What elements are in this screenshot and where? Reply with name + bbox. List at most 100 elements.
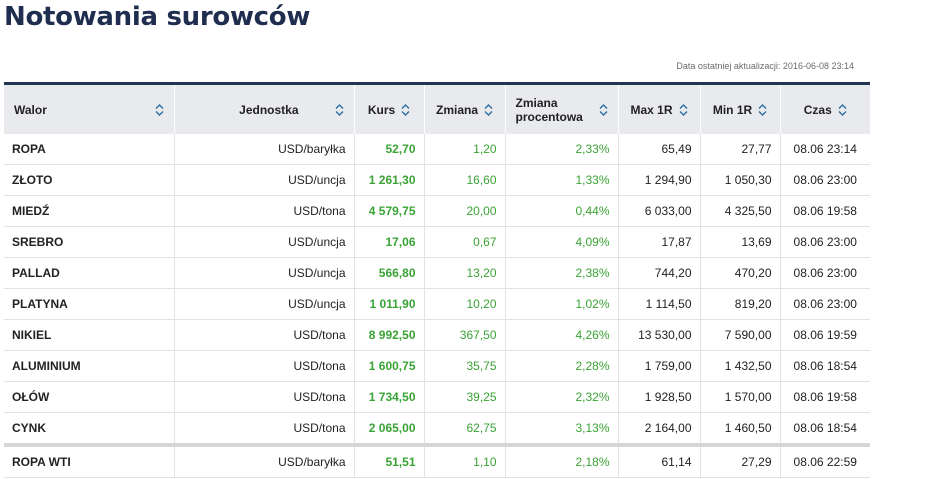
table-row[interactable]: MIEDŹ USD/tona 4 579,75 20,00 0,44% 6 03…: [4, 195, 870, 227]
sort-arrows-icon[interactable]: [401, 103, 410, 116]
cell-max1r: 1 294,90: [618, 164, 701, 196]
cell-walor[interactable]: ROPA WTI: [4, 443, 175, 478]
cell-walor[interactable]: OŁÓW: [4, 381, 175, 413]
cell-czas: 08.06 22:59: [780, 443, 870, 478]
cell-zmiana-procentowa: 1,02%: [505, 288, 619, 320]
cell-czas: 08.06 19:59: [780, 319, 870, 351]
cell-kurs: 2 065,00: [354, 412, 425, 446]
cell-min1r: 1 050,30: [700, 164, 781, 196]
cell-zmiana-procentowa: 1,33%: [505, 164, 619, 196]
cell-min1r: 13,69: [700, 226, 781, 258]
cell-min1r: 819,20: [700, 288, 781, 320]
column-header-jednostka[interactable]: Jednostka: [174, 83, 355, 134]
cell-walor[interactable]: PLATYNA: [4, 288, 175, 320]
cell-jednostka: USD/uncja: [174, 164, 355, 196]
column-header-min1r[interactable]: Min 1R: [700, 83, 781, 134]
cell-kurs: 1 600,75: [354, 350, 425, 382]
column-header-zmiana-procentowa[interactable]: Zmiana procentowa: [505, 83, 619, 134]
sort-arrows-icon[interactable]: [484, 103, 493, 116]
cell-walor[interactable]: SREBRO: [4, 226, 175, 258]
cell-walor[interactable]: PALLAD: [4, 257, 175, 289]
table-row[interactable]: ROPA WTI USD/baryłka 51,51 1,10 2,18% 61…: [4, 443, 870, 478]
table-row[interactable]: ZŁOTO USD/uncja 1 261,30 16,60 1,33% 1 2…: [4, 164, 870, 196]
cell-czas: 08.06 23:00: [780, 257, 870, 289]
commodities-table: Walor Jednostka Kurs Zmiana Zmiana proce…: [4, 82, 870, 478]
cell-zmiana: 13,20: [424, 257, 506, 289]
cell-zmiana-procentowa: 2,18%: [505, 443, 619, 478]
cell-zmiana: 39,25: [424, 381, 506, 413]
sort-arrows-icon[interactable]: [335, 103, 344, 116]
cell-jednostka: USD/baryłka: [174, 134, 355, 165]
table-row[interactable]: PLATYNA USD/uncja 1 011,90 10,20 1,02% 1…: [4, 288, 870, 320]
cell-max1r: 13 530,00: [618, 319, 701, 351]
cell-zmiana-procentowa: 2,38%: [505, 257, 619, 289]
cell-walor[interactable]: ZŁOTO: [4, 164, 175, 196]
page-title: Notowania surowców: [4, 2, 311, 32]
column-header-kurs[interactable]: Kurs: [354, 83, 425, 134]
cell-max1r: 1 928,50: [618, 381, 701, 413]
cell-jednostka: USD/tona: [174, 381, 355, 413]
table-row[interactable]: CYNK USD/tona 2 065,00 62,75 3,13% 2 164…: [4, 412, 870, 446]
table-row[interactable]: OŁÓW USD/tona 1 734,50 39,25 2,32% 1 928…: [4, 381, 870, 413]
column-header-label: Czas: [803, 102, 832, 117]
cell-zmiana: 10,20: [424, 288, 506, 320]
cell-max1r: 61,14: [618, 443, 701, 478]
column-header-walor[interactable]: Walor: [4, 83, 175, 134]
table-row[interactable]: PALLAD USD/uncja 566,80 13,20 2,38% 744,…: [4, 257, 870, 289]
cell-czas: 08.06 18:54: [780, 412, 870, 446]
cell-jednostka: USD/tona: [174, 195, 355, 227]
sort-arrows-icon[interactable]: [599, 103, 608, 116]
cell-jednostka: USD/uncja: [174, 226, 355, 258]
table-row[interactable]: ALUMINIUM USD/tona 1 600,75 35,75 2,28% …: [4, 350, 870, 382]
column-header-max1r[interactable]: Max 1R: [618, 83, 701, 134]
cell-max1r: 65,49: [618, 134, 701, 165]
cell-zmiana: 1,10: [424, 443, 506, 478]
cell-jednostka: USD/tona: [174, 412, 355, 446]
cell-czas: 08.06 23:00: [780, 288, 870, 320]
cell-jednostka: USD/tona: [174, 319, 355, 351]
column-header-czas[interactable]: Czas: [780, 83, 870, 134]
cell-max1r: 1 759,00: [618, 350, 701, 382]
cell-min1r: 27,29: [700, 443, 781, 478]
table-row[interactable]: SREBRO USD/uncja 17,06 0,67 4,09% 17,87 …: [4, 226, 870, 258]
column-header-label: Walor: [14, 102, 47, 117]
cell-max1r: 744,20: [618, 257, 701, 289]
cell-walor[interactable]: MIEDŹ: [4, 195, 175, 227]
column-header-label: Zmiana procentowa: [515, 95, 583, 124]
cell-min1r: 4 325,50: [700, 195, 781, 227]
cell-zmiana: 16,60: [424, 164, 506, 196]
cell-zmiana-procentowa: 4,09%: [505, 226, 619, 258]
sort-arrows-icon[interactable]: [679, 103, 688, 116]
cell-walor[interactable]: ALUMINIUM: [4, 350, 175, 382]
sort-arrows-icon[interactable]: [758, 103, 767, 116]
cell-czas: 08.06 19:58: [780, 381, 870, 413]
cell-kurs: 17,06: [354, 226, 425, 258]
cell-walor[interactable]: NIKIEL: [4, 319, 175, 351]
table-row[interactable]: ROPA USD/baryłka 52,70 1,20 2,33% 65,49 …: [4, 134, 870, 165]
cell-jednostka: USD/uncja: [174, 288, 355, 320]
cell-zmiana-procentowa: 0,44%: [505, 195, 619, 227]
cell-jednostka: USD/tona: [174, 350, 355, 382]
cell-czas: 08.06 18:54: [780, 350, 870, 382]
cell-min1r: 1 570,00: [700, 381, 781, 413]
cell-zmiana-procentowa: 3,13%: [505, 412, 619, 446]
cell-walor[interactable]: ROPA: [4, 134, 175, 165]
cell-zmiana: 20,00: [424, 195, 506, 227]
cell-czas: 08.06 23:14: [780, 134, 870, 165]
cell-min1r: 470,20: [700, 257, 781, 289]
cell-min1r: 1 460,50: [700, 412, 781, 446]
table-row[interactable]: NIKIEL USD/tona 8 992,50 367,50 4,26% 13…: [4, 319, 870, 351]
column-header-label: Jednostka: [239, 102, 299, 117]
cell-max1r: 2 164,00: [618, 412, 701, 446]
cell-czas: 08.06 23:00: [780, 164, 870, 196]
cell-zmiana: 35,75: [424, 350, 506, 382]
cell-max1r: 17,87: [618, 226, 701, 258]
column-header-zmiana[interactable]: Zmiana: [424, 83, 506, 134]
cell-zmiana: 1,20: [424, 134, 506, 165]
table-header-row: Walor Jednostka Kurs Zmiana Zmiana proce…: [4, 83, 870, 134]
sort-arrows-icon[interactable]: [838, 103, 847, 116]
column-header-label: Kurs: [367, 102, 396, 117]
sort-arrows-icon[interactable]: [155, 103, 164, 116]
cell-walor[interactable]: CYNK: [4, 412, 175, 446]
cell-zmiana-procentowa: 2,28%: [505, 350, 619, 382]
